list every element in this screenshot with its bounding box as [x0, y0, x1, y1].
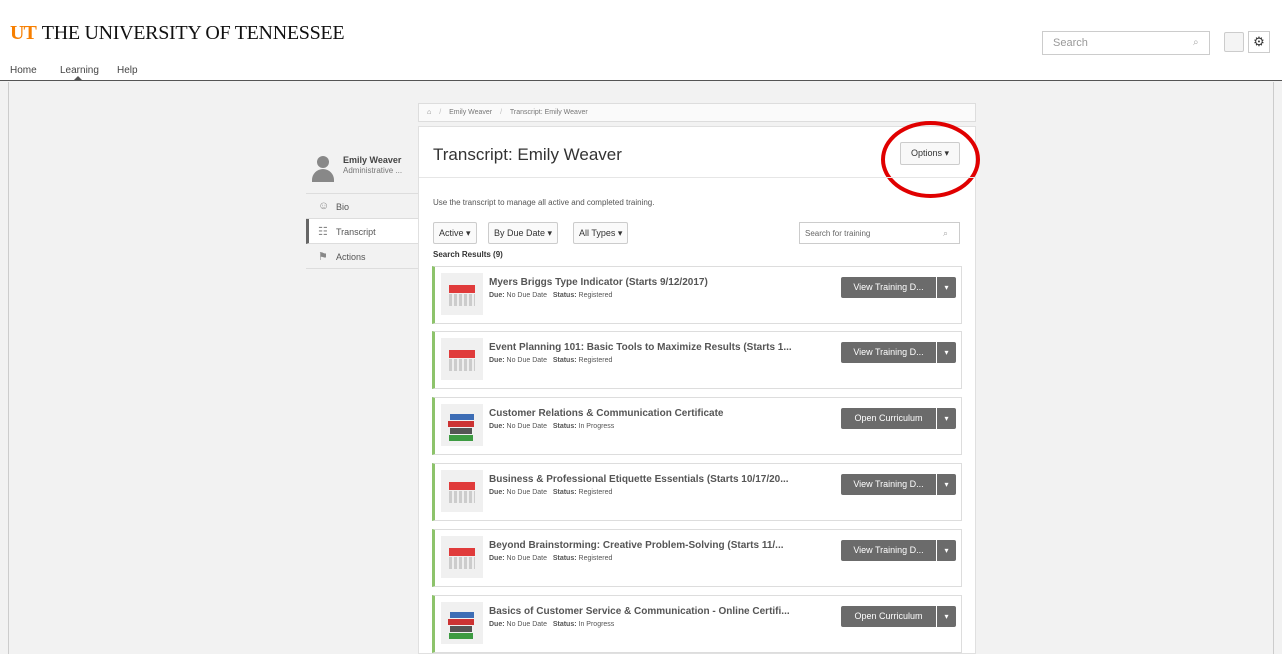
- training-row: Event Planning 101: Basic Tools to Maxim…: [432, 331, 962, 389]
- transcript-icon: ☷: [318, 226, 328, 238]
- calendar-icon: [441, 338, 483, 380]
- profile-avatar: [312, 156, 334, 184]
- training-meta: Due: No Due Date Status: Registered: [489, 292, 613, 299]
- filter-type-dropdown[interactable]: All Types ▾: [573, 222, 629, 244]
- training-row: Myers Briggs Type Indicator (Starts 9/12…: [432, 266, 962, 324]
- side-item-label: Actions: [336, 252, 366, 262]
- filter-status-dropdown[interactable]: Active ▾: [433, 222, 477, 244]
- training-row: Basics of Customer Service & Communicati…: [432, 595, 962, 653]
- transcript-description: Use the transcript to manage all active …: [433, 198, 655, 207]
- active-nav-indicator: [73, 76, 83, 81]
- chevron-down-icon[interactable]: ▾: [937, 540, 956, 561]
- view-training-button[interactable]: View Training D...: [841, 540, 936, 561]
- profile-name[interactable]: Emily Weaver: [343, 155, 401, 165]
- gear-icon[interactable]: ⚙: [1248, 31, 1270, 53]
- home-icon[interactable]: ⌂: [427, 109, 431, 116]
- training-title[interactable]: Customer Relations & Communication Certi…: [489, 408, 723, 419]
- view-training-button[interactable]: View Training D...: [841, 342, 936, 363]
- side-item-label: Transcript: [336, 227, 376, 237]
- nav-home[interactable]: Home: [10, 65, 37, 76]
- side-item-bio[interactable]: ☺ Bio: [306, 194, 418, 219]
- breadcrumb-user[interactable]: Emily Weaver: [449, 109, 492, 116]
- training-title[interactable]: Basics of Customer Service & Communicati…: [489, 606, 790, 617]
- calendar-icon: [441, 536, 483, 578]
- user-avatar[interactable]: [1224, 32, 1244, 52]
- books-icon: [441, 602, 483, 644]
- training-title[interactable]: Business & Professional Etiquette Essent…: [489, 474, 789, 485]
- open-curriculum-button[interactable]: Open Curriculum: [841, 408, 936, 429]
- chevron-down-icon[interactable]: ▾: [937, 277, 956, 298]
- side-item-label: Bio: [336, 202, 350, 212]
- training-meta: Due: No Due Date Status: Registered: [489, 489, 613, 496]
- search-icon[interactable]: ⌕: [1193, 37, 1199, 48]
- training-search-input[interactable]: Search for training: [799, 222, 960, 244]
- brand-name: THE UNIVERSITY OF TENNESSEE: [41, 22, 345, 44]
- chevron-down-icon[interactable]: ▾: [937, 474, 956, 495]
- results-count: Search Results (9): [433, 250, 503, 259]
- books-icon: [441, 404, 483, 446]
- nav-learning[interactable]: Learning: [60, 65, 99, 76]
- flag-icon: ⚑: [318, 251, 328, 263]
- divider: [419, 177, 975, 178]
- side-item-actions[interactable]: ⚑ Actions: [306, 244, 418, 269]
- global-search-input[interactable]: Search: [1042, 31, 1210, 55]
- page-title: Transcript: Emily Weaver: [433, 145, 622, 164]
- training-title[interactable]: Myers Briggs Type Indicator (Starts 9/12…: [489, 277, 708, 288]
- nav-help[interactable]: Help: [117, 65, 138, 76]
- calendar-icon: [441, 470, 483, 512]
- training-meta: Due: No Due Date Status: Registered: [489, 357, 613, 364]
- breadcrumb-current: Transcript: Emily Weaver: [509, 109, 588, 116]
- training-row: Beyond Brainstorming: Creative Problem-S…: [432, 529, 962, 587]
- university-brand[interactable]: UT THE UNIVERSITY OF TENNESSEE: [10, 22, 345, 45]
- search-icon[interactable]: ⌕: [943, 228, 948, 239]
- training-title[interactable]: Beyond Brainstorming: Creative Problem-S…: [489, 540, 784, 551]
- training-title[interactable]: Event Planning 101: Basic Tools to Maxim…: [489, 342, 792, 353]
- view-training-button[interactable]: View Training D...: [841, 277, 936, 298]
- chevron-down-icon[interactable]: ▾: [937, 408, 956, 429]
- open-curriculum-button[interactable]: Open Curriculum: [841, 606, 936, 627]
- breadcrumb-separator: /: [439, 109, 442, 116]
- profile-title: Administrative ...: [343, 166, 403, 175]
- main-nav: Home Learning Help: [0, 60, 1282, 81]
- breadcrumb: ⌂ / Emily Weaver / Transcript: Emily Wea…: [418, 103, 976, 122]
- side-menu: ☺ Bio ☷ Transcript ⚑ Actions: [306, 193, 418, 269]
- training-meta: Due: No Due Date Status: In Progress: [489, 423, 615, 430]
- training-row: Business & Professional Etiquette Essent…: [432, 463, 962, 521]
- view-training-button[interactable]: View Training D...: [841, 474, 936, 495]
- chevron-down-icon[interactable]: ▾: [937, 606, 956, 627]
- chevron-down-icon[interactable]: ▾: [937, 342, 956, 363]
- training-meta: Due: No Due Date Status: Registered: [489, 555, 613, 562]
- breadcrumb-separator: /: [500, 109, 503, 116]
- side-item-transcript[interactable]: ☷ Transcript: [306, 219, 418, 244]
- person-icon: ☺: [318, 200, 330, 212]
- ut-logo: UT: [10, 22, 37, 44]
- filter-sort-dropdown[interactable]: By Due Date ▾: [488, 222, 559, 244]
- calendar-icon: [441, 273, 483, 315]
- training-meta: Due: No Due Date Status: In Progress: [489, 621, 615, 628]
- highlight-annotation-circle: [881, 121, 980, 198]
- training-row: Customer Relations & Communication Certi…: [432, 397, 962, 455]
